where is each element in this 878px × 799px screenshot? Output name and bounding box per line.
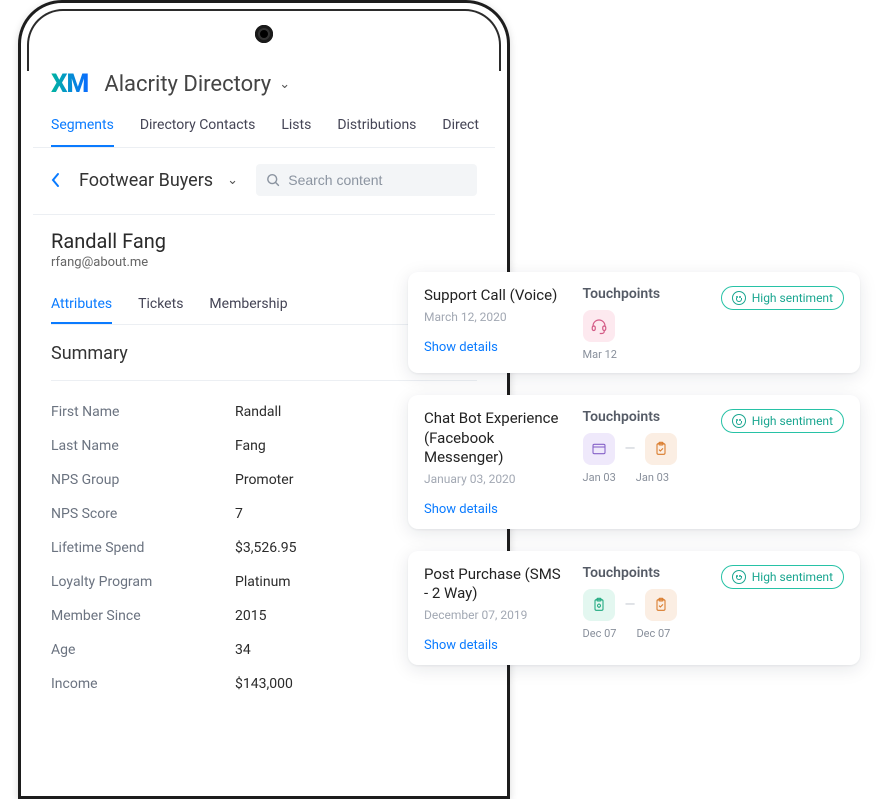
show-details-link[interactable]: Show details <box>424 638 567 653</box>
tab-lists[interactable]: Lists <box>281 107 311 147</box>
touchpoint-sub-date: Dec 07 <box>636 627 670 640</box>
headset-icon <box>583 310 615 342</box>
touchpoint-sub-date: Jan 03 <box>583 471 616 484</box>
main-tabs: Segments Directory Contacts Lists Distri… <box>33 107 495 148</box>
sentiment-badge: High sentiment <box>721 286 844 310</box>
attr-label: Loyalty Program <box>51 574 235 590</box>
card-right: High sentiment <box>721 409 844 517</box>
segment-row: Footwear Buyers ⌄ <box>33 148 495 215</box>
segment-name-label: Footwear Buyers <box>79 170 213 191</box>
touchpoint-icons <box>583 310 705 342</box>
search-box[interactable] <box>256 164 477 196</box>
contact-name: Randall Fang <box>51 229 477 253</box>
touchpoint-icons: — <box>583 589 705 621</box>
card-right: High sentiment <box>721 286 844 361</box>
clipboard-gear-icon <box>583 589 615 621</box>
attr-value: $143,000 <box>235 676 293 692</box>
attr-value: 7 <box>235 506 243 522</box>
camera-dot <box>255 25 273 43</box>
sentiment-badge: High sentiment <box>721 409 844 433</box>
touchpoint-sub-dates: Mar 12 <box>583 348 705 361</box>
segment-selector[interactable]: Footwear Buyers ⌄ <box>79 170 238 191</box>
touchpoint-card: Chat Bot Experience (Facebook Messenger)… <box>408 395 860 529</box>
sentiment-label: High sentiment <box>752 570 833 584</box>
touchpoints-label: Touchpoints <box>583 565 705 581</box>
tab-segments[interactable]: Segments <box>51 107 114 147</box>
clipboard-check-icon <box>645 433 677 465</box>
show-details-link[interactable]: Show details <box>424 502 567 517</box>
connector-line: — <box>625 441 636 457</box>
smile-icon <box>732 291 746 305</box>
attr-label: Last Name <box>51 438 235 454</box>
attr-label: NPS Score <box>51 506 235 522</box>
attr-label: NPS Group <box>51 472 235 488</box>
attr-value: $3,526.95 <box>235 540 297 556</box>
back-button[interactable] <box>51 172 61 188</box>
clipboard-check-icon <box>645 589 677 621</box>
card-date: March 12, 2020 <box>424 310 567 324</box>
attr-value: 2015 <box>235 608 266 624</box>
attr-row: Income $143,000 <box>51 667 477 701</box>
touchpoint-card: Post Purchase (SMS - 2 Way) December 07,… <box>408 551 860 665</box>
directory-selector[interactable]: Alacrity Directory ⌄ <box>104 72 290 97</box>
attr-label: Lifetime Spend <box>51 540 235 556</box>
sentiment-label: High sentiment <box>752 291 833 305</box>
attr-label: Income <box>51 676 235 692</box>
card-right: High sentiment <box>721 565 844 653</box>
smile-icon <box>732 414 746 428</box>
card-title: Post Purchase (SMS - 2 Way) <box>424 565 567 604</box>
chevron-down-icon: ⌄ <box>279 77 290 92</box>
card-touchpoints: Touchpoints — Jan 03 Jan 03 <box>583 409 705 517</box>
app-header: XM Alacrity Directory ⌄ <box>33 51 495 107</box>
touchpoint-sub-dates: Dec 07 Dec 07 <box>583 627 705 640</box>
card-left: Chat Bot Experience (Facebook Messenger)… <box>424 409 567 517</box>
chevron-down-icon: ⌄ <box>227 173 238 188</box>
tab-directory-contacts[interactable]: Directory Contacts <box>140 107 256 147</box>
tab-direct-overflow[interactable]: Direct <box>442 107 479 147</box>
attr-label: Member Since <box>51 608 235 624</box>
tab-distributions[interactable]: Distributions <box>337 107 416 147</box>
touchpoint-sub-date: Dec 07 <box>583 627 617 640</box>
touchpoint-sub-date: Mar 12 <box>583 348 617 361</box>
attr-value: Fang <box>235 438 266 454</box>
card-left: Support Call (Voice) March 12, 2020 Show… <box>424 286 567 361</box>
card-date: December 07, 2019 <box>424 608 567 622</box>
smile-icon <box>732 570 746 584</box>
window-icon <box>583 433 615 465</box>
attr-label: Age <box>51 642 235 658</box>
attr-value: Promoter <box>235 472 293 488</box>
touchpoint-card: Support Call (Voice) March 12, 2020 Show… <box>408 272 860 373</box>
directory-title: Alacrity Directory <box>104 72 271 97</box>
logo: XM <box>51 69 88 99</box>
touchpoint-icons: — <box>583 433 705 465</box>
card-title: Chat Bot Experience (Facebook Messenger) <box>424 409 567 468</box>
touchpoints-label: Touchpoints <box>583 286 705 302</box>
attr-label: First Name <box>51 404 235 420</box>
touchpoint-cards: Support Call (Voice) March 12, 2020 Show… <box>408 272 860 665</box>
attr-value: 34 <box>235 642 251 658</box>
sub-tab-membership[interactable]: Membership <box>209 288 287 324</box>
touchpoint-sub-date: Jan 03 <box>636 471 669 484</box>
sentiment-label: High sentiment <box>752 414 833 428</box>
card-touchpoints: Touchpoints — Dec 07 Dec 07 <box>583 565 705 653</box>
search-input[interactable] <box>288 172 467 188</box>
attr-value: Randall <box>235 404 281 420</box>
chevron-left-icon <box>51 172 61 188</box>
sub-tab-attributes[interactable]: Attributes <box>51 288 112 324</box>
card-left: Post Purchase (SMS - 2 Way) December 07,… <box>424 565 567 653</box>
connector-line: — <box>625 597 636 613</box>
sub-tab-tickets[interactable]: Tickets <box>138 288 183 324</box>
card-touchpoints: Touchpoints Mar 12 <box>583 286 705 361</box>
show-details-link[interactable]: Show details <box>424 340 567 355</box>
attr-value: Platinum <box>235 574 291 590</box>
touchpoint-sub-dates: Jan 03 Jan 03 <box>583 471 705 484</box>
card-date: January 03, 2020 <box>424 472 567 486</box>
contact-email: rfang@about.me <box>51 255 477 270</box>
card-title: Support Call (Voice) <box>424 286 567 306</box>
sentiment-badge: High sentiment <box>721 565 844 589</box>
search-icon <box>266 172 280 188</box>
touchpoints-label: Touchpoints <box>583 409 705 425</box>
